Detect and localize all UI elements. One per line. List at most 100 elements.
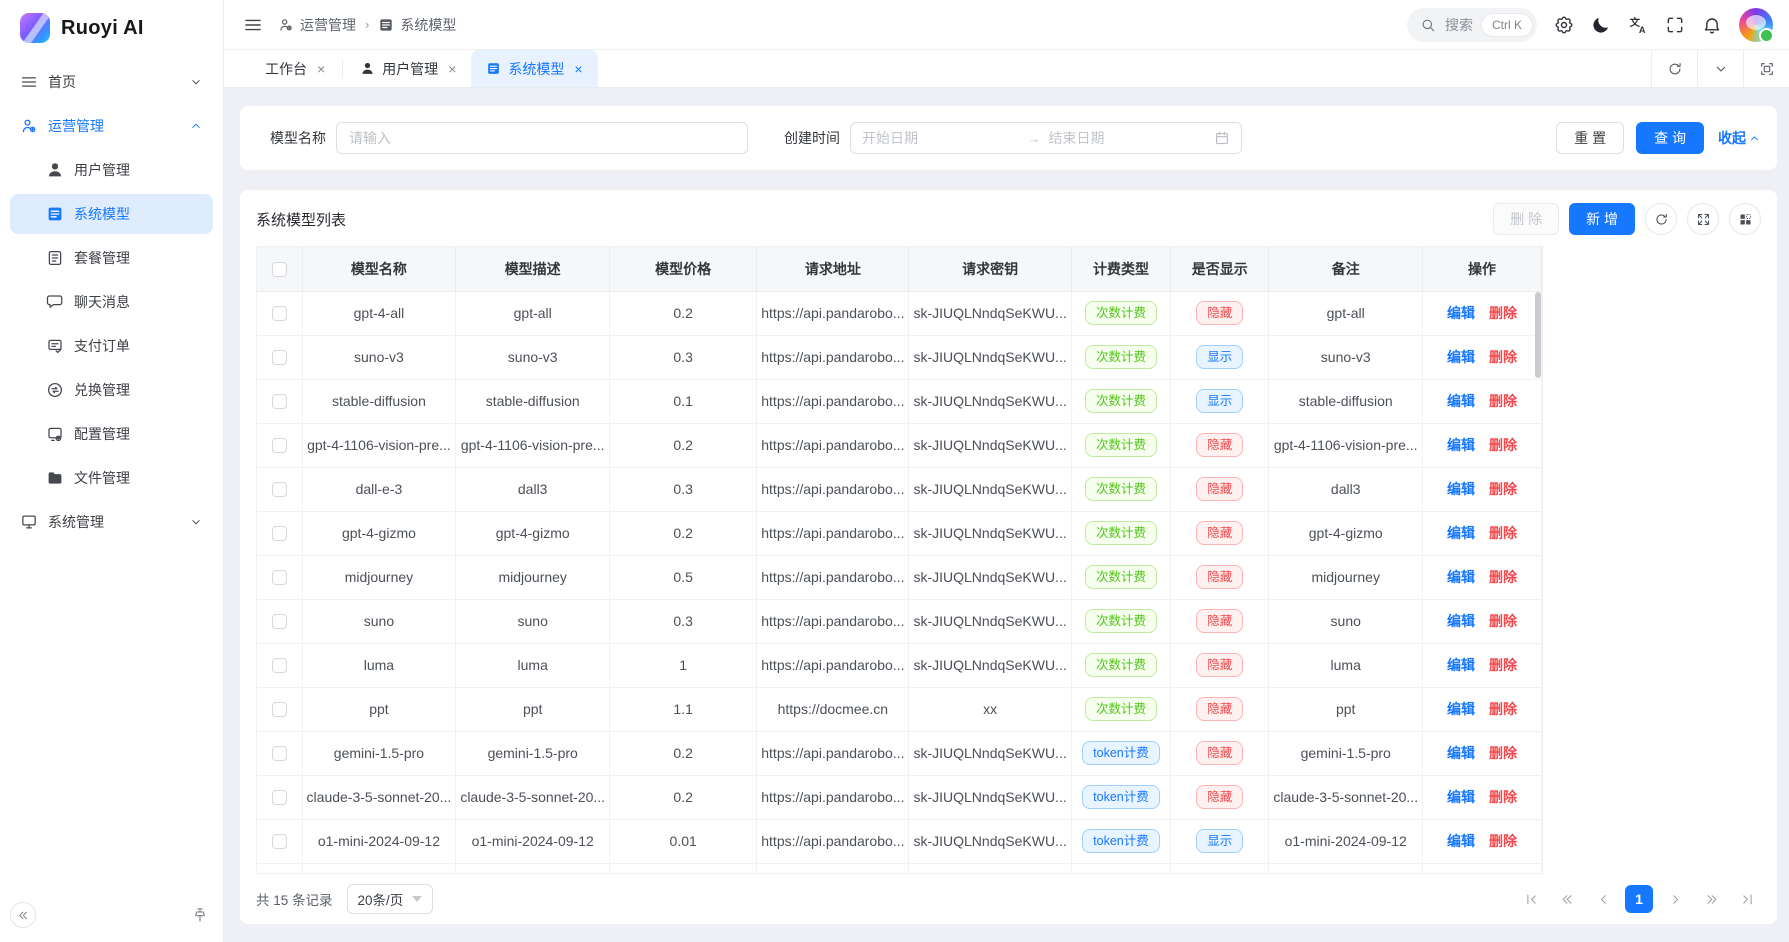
date-end-input[interactable]	[1049, 130, 1207, 146]
pagination-prev-button[interactable]	[1589, 885, 1617, 913]
translate-icon[interactable]: 文A	[1628, 15, 1648, 35]
edit-link[interactable]: 编辑	[1447, 657, 1475, 673]
sidebar-item[interactable]: 系统管理	[10, 502, 213, 542]
edit-link[interactable]: 编辑	[1447, 349, 1475, 365]
moon-icon[interactable]	[1591, 15, 1611, 35]
breadcrumb-label: 运营管理	[300, 15, 356, 35]
delete-link[interactable]: 删除	[1489, 789, 1517, 805]
tab-item[interactable]: 用户管理 ×	[345, 50, 471, 87]
select-all-checkbox[interactable]	[272, 262, 287, 277]
sidebar-subitem[interactable]: 文件管理	[10, 458, 213, 498]
delete-link[interactable]: 删除	[1489, 701, 1517, 717]
cell-visibility: 显示	[1171, 335, 1269, 379]
sidebar-item[interactable]: 运营管理	[10, 106, 213, 146]
pagination-prev5-button[interactable]	[1553, 885, 1581, 913]
sidebar-subitem[interactable]: 兑换管理	[10, 370, 213, 410]
row-checkbox[interactable]	[272, 306, 287, 321]
sidebar-subitem[interactable]: 套餐管理	[10, 238, 213, 278]
close-icon[interactable]: ×	[574, 62, 582, 76]
breadcrumb-item[interactable]: 运营管理	[278, 15, 356, 35]
tab-item[interactable]: 系统模型 ×	[471, 50, 597, 87]
edit-link[interactable]: 编辑	[1447, 613, 1475, 629]
edit-link[interactable]: 编辑	[1447, 569, 1475, 585]
row-checkbox[interactable]	[272, 570, 287, 585]
breadcrumb-item[interactable]: 系统模型	[378, 15, 456, 35]
delete-link[interactable]: 删除	[1489, 349, 1517, 365]
gear-icon[interactable]	[1554, 15, 1574, 35]
row-checkbox[interactable]	[272, 438, 287, 453]
row-checkbox[interactable]	[272, 482, 287, 497]
reset-button[interactable]: 重 置	[1556, 122, 1624, 154]
date-range-picker[interactable]: →	[850, 122, 1242, 154]
close-icon[interactable]: ×	[317, 62, 325, 76]
edit-link[interactable]: 编辑	[1447, 393, 1475, 409]
hamburger-menu-icon[interactable]	[243, 15, 263, 35]
visibility-badge: 显示	[1196, 345, 1243, 370]
model-name-input[interactable]	[336, 122, 748, 154]
edit-link[interactable]: 编辑	[1447, 481, 1475, 497]
row-checkbox[interactable]	[272, 746, 287, 761]
sidebar-subitem[interactable]: 用户管理	[10, 150, 213, 190]
row-checkbox[interactable]	[272, 834, 287, 849]
collapse-filter-link[interactable]: 收起	[1718, 128, 1761, 148]
row-checkbox[interactable]	[272, 790, 287, 805]
close-icon[interactable]: ×	[448, 62, 456, 76]
table-expand-button[interactable]	[1687, 203, 1719, 235]
tab-refresh-button[interactable]	[1651, 50, 1697, 87]
pagination-last-button[interactable]	[1733, 885, 1761, 913]
edit-link[interactable]: 编辑	[1447, 701, 1475, 717]
sidebar-item[interactable]: 首页	[10, 62, 213, 102]
table-refresh-button[interactable]	[1645, 203, 1677, 235]
row-checkbox[interactable]	[272, 702, 287, 717]
tab-more-button[interactable]	[1697, 50, 1743, 87]
edit-link[interactable]: 编辑	[1447, 789, 1475, 805]
delete-link[interactable]: 删除	[1489, 569, 1517, 585]
fullscreen-icon[interactable]	[1665, 15, 1685, 35]
delete-link[interactable]: 删除	[1489, 657, 1517, 673]
delete-link[interactable]: 删除	[1489, 833, 1517, 849]
logo: Ruoyi AI	[0, 0, 223, 56]
edit-link[interactable]: 编辑	[1447, 833, 1475, 849]
pagination-next-button[interactable]	[1661, 885, 1689, 913]
global-search[interactable]: 搜索 Ctrl K	[1407, 8, 1537, 42]
avatar[interactable]	[1739, 8, 1773, 42]
pagination-page-1[interactable]: 1	[1625, 885, 1653, 913]
cell-remark: luma	[1269, 643, 1423, 687]
tab-item[interactable]: 工作台 ×	[250, 50, 340, 87]
cell-remark: o1-mini-2024-09-12	[1269, 819, 1423, 863]
add-button[interactable]: 新 增	[1569, 203, 1635, 235]
row-checkbox[interactable]	[272, 394, 287, 409]
pagination-first-button[interactable]	[1517, 885, 1545, 913]
edit-link[interactable]: 编辑	[1447, 745, 1475, 761]
pagination-next5-button[interactable]	[1697, 885, 1725, 913]
page-size-select[interactable]: 20条/页	[347, 884, 434, 914]
row-checkbox[interactable]	[272, 658, 287, 673]
sidebar-subitem[interactable]: 配置管理	[10, 414, 213, 454]
edit-link[interactable]: 编辑	[1447, 525, 1475, 541]
sidebar-subitem[interactable]: 支付订单	[10, 326, 213, 366]
pin-icon[interactable]	[191, 906, 209, 924]
delete-link[interactable]: 删除	[1489, 305, 1517, 321]
delete-link[interactable]: 删除	[1489, 525, 1517, 541]
delete-link[interactable]: 删除	[1489, 745, 1517, 761]
delete-link[interactable]: 删除	[1489, 393, 1517, 409]
row-checkbox[interactable]	[272, 526, 287, 541]
sidebar-collapse-button[interactable]	[10, 902, 36, 928]
delete-link[interactable]: 删除	[1489, 437, 1517, 453]
sidebar-subitem[interactable]: 系统模型	[10, 194, 213, 234]
delete-link[interactable]: 删除	[1489, 481, 1517, 497]
batch-delete-button[interactable]: 删 除	[1493, 203, 1559, 235]
edit-link[interactable]: 编辑	[1447, 437, 1475, 453]
tab-maximize-button[interactable]	[1743, 50, 1789, 87]
row-checkbox[interactable]	[272, 614, 287, 629]
sidebar-subitem[interactable]: 聊天消息	[10, 282, 213, 322]
bell-icon[interactable]	[1702, 15, 1722, 35]
edit-link[interactable]: 编辑	[1447, 305, 1475, 321]
create-time-label: 创建时间	[784, 128, 840, 148]
column-settings-button[interactable]	[1729, 203, 1761, 235]
table-scrollbar[interactable]	[1535, 292, 1541, 378]
query-button[interactable]: 查 询	[1636, 122, 1704, 154]
row-checkbox[interactable]	[272, 350, 287, 365]
date-start-input[interactable]	[862, 130, 1020, 146]
delete-link[interactable]: 删除	[1489, 613, 1517, 629]
